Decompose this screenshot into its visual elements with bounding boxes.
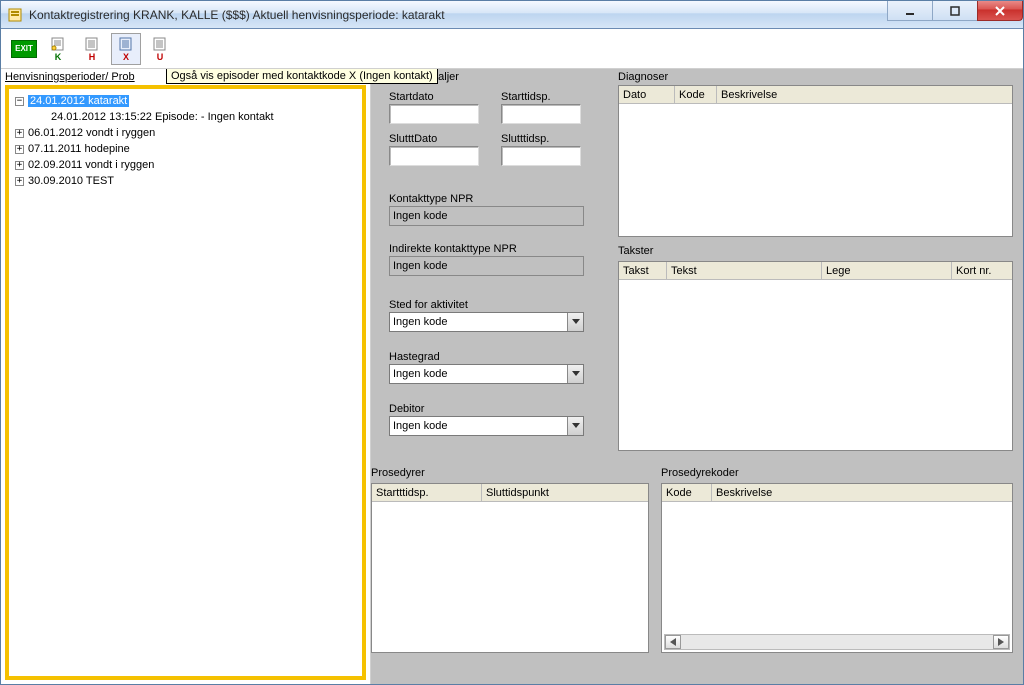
tree-node-0-child[interactable]: 24.01.2012 13:15:22 Episode: - Ingen kon… bbox=[11, 109, 360, 125]
slutttidsp-label: Slutttidsp. bbox=[501, 133, 581, 145]
content-area: Henvisningsperioder/ Prob Også vis episo… bbox=[1, 69, 1023, 684]
expand-icon[interactable]: + bbox=[15, 129, 24, 138]
col-tekst[interactable]: Tekst bbox=[667, 262, 822, 279]
list-icon bbox=[83, 36, 101, 52]
diagnoser-list[interactable]: Dato Kode Beskrivelse bbox=[618, 85, 1013, 237]
tree-node-0-label[interactable]: 24.01.2012 katarakt bbox=[28, 95, 129, 107]
hastegrad-combo[interactable] bbox=[389, 364, 584, 384]
sluttdato-label: SlutttDato bbox=[389, 133, 479, 145]
tree-node-4[interactable]: + 30.09.2010 TEST bbox=[11, 173, 360, 189]
collapse-icon[interactable]: − bbox=[15, 97, 24, 106]
maximize-button[interactable] bbox=[932, 1, 978, 21]
sted-label: Sted for aktivitet bbox=[389, 299, 584, 311]
left-panel: Henvisningsperioder/ Prob Også vis episo… bbox=[1, 69, 371, 684]
close-button[interactable] bbox=[977, 1, 1023, 21]
toolbar-h-button[interactable]: H bbox=[77, 33, 107, 65]
hastegrad-value[interactable] bbox=[390, 365, 567, 383]
col-kortnr[interactable]: Kort nr. bbox=[952, 262, 1012, 279]
prosedyrer-list[interactable]: Startttidsp. Sluttidspunkt bbox=[371, 483, 649, 653]
diagnoser-title: Diagnoser bbox=[618, 71, 668, 83]
debitor-label: Debitor bbox=[389, 403, 584, 415]
startdato-label: Startdato bbox=[389, 91, 479, 103]
kontakttype-label: Kontakttype NPR bbox=[389, 193, 584, 205]
indirekte-label: Indirekte kontakttype NPR bbox=[389, 243, 584, 255]
chevron-down-icon[interactable] bbox=[567, 365, 583, 383]
right-panel: etaljer Startdato Starttidsp. SlutttDato… bbox=[371, 69, 1023, 684]
col-starttidsp[interactable]: Startttidsp. bbox=[372, 484, 482, 501]
list-u-icon bbox=[151, 36, 169, 52]
kontakttype-input[interactable] bbox=[389, 206, 584, 226]
debitor-value[interactable] bbox=[390, 417, 567, 435]
tree-node-2[interactable]: + 07.11.2011 hodepine bbox=[11, 141, 360, 157]
starttidsp-label: Starttidsp. bbox=[501, 91, 581, 103]
minimize-button[interactable] bbox=[887, 1, 933, 21]
prosedyrer-title: Prosedyrer bbox=[371, 467, 425, 479]
sluttdato-input[interactable] bbox=[389, 146, 479, 166]
col-kode[interactable]: Kode bbox=[675, 86, 717, 103]
col-beskrivelse[interactable]: Beskrivelse bbox=[717, 86, 1012, 103]
debitor-combo[interactable] bbox=[389, 416, 584, 436]
titlebar: Kontaktregistrering KRANK, KALLE ($$$) A… bbox=[1, 1, 1023, 29]
expand-icon[interactable]: + bbox=[15, 161, 24, 170]
sted-combo[interactable] bbox=[389, 312, 584, 332]
chevron-down-icon[interactable] bbox=[567, 417, 583, 435]
left-tab-label[interactable]: Henvisningsperioder/ Prob bbox=[5, 71, 135, 83]
tree-node-1[interactable]: + 06.01.2012 vondt i ryggen bbox=[11, 125, 360, 141]
tree-node-4-label: 30.09.2010 TEST bbox=[28, 175, 114, 187]
takster-title: Takster bbox=[618, 245, 653, 257]
tree-node-1-label: 06.01.2012 vondt i ryggen bbox=[28, 127, 155, 139]
exit-button[interactable]: EXIT bbox=[9, 33, 39, 65]
startdato-input[interactable] bbox=[389, 104, 479, 124]
tree-node-2-label: 07.11.2011 hodepine bbox=[28, 143, 130, 155]
list-x-icon bbox=[117, 36, 135, 52]
chevron-down-icon[interactable] bbox=[567, 313, 583, 331]
starttidsp-input[interactable] bbox=[501, 104, 581, 124]
expand-icon[interactable]: + bbox=[15, 177, 24, 186]
col-lege[interactable]: Lege bbox=[822, 262, 952, 279]
tree-frame: − 24.01.2012 katarakt 24.01.2012 13:15:2… bbox=[5, 85, 366, 680]
col-dato[interactable]: Dato bbox=[619, 86, 675, 103]
tooltip: Også vis episoder med kontaktkode X (Ing… bbox=[166, 69, 438, 84]
tree-node-0[interactable]: − 24.01.2012 katarakt bbox=[11, 93, 360, 109]
expand-icon[interactable]: + bbox=[15, 145, 24, 154]
tree-node-3-label: 02.09.2011 vondt i ryggen bbox=[28, 159, 154, 171]
col-takst[interactable]: Takst bbox=[619, 262, 667, 279]
scroll-left-icon[interactable] bbox=[665, 635, 681, 649]
tree-node-0-child-label: 24.01.2012 13:15:22 Episode: - Ingen kon… bbox=[51, 111, 274, 123]
toolbar: EXIT K H X U bbox=[1, 29, 1023, 69]
sted-value[interactable] bbox=[390, 313, 567, 331]
slutttidsp-input[interactable] bbox=[501, 146, 581, 166]
horizontal-scrollbar[interactable] bbox=[664, 634, 1010, 650]
tree-node-3[interactable]: + 02.09.2011 vondt i ryggen bbox=[11, 157, 360, 173]
scroll-right-icon[interactable] bbox=[993, 635, 1009, 649]
indirekte-input[interactable] bbox=[389, 256, 584, 276]
col-kode2[interactable]: Kode bbox=[662, 484, 712, 501]
app-window: Kontaktregistrering KRANK, KALLE ($$$) A… bbox=[0, 0, 1024, 685]
prosedyrekoder-title: Prosedyrekoder bbox=[661, 467, 739, 479]
hastegrad-label: Hastegrad bbox=[389, 351, 584, 363]
tree[interactable]: − 24.01.2012 katarakt 24.01.2012 13:15:2… bbox=[9, 89, 362, 193]
col-beskrivelse2[interactable]: Beskrivelse bbox=[712, 484, 1012, 501]
prosedyrekoder-list[interactable]: Kode Beskrivelse bbox=[661, 483, 1013, 653]
toolbar-x-button[interactable]: X bbox=[111, 33, 141, 65]
col-sluttidspunkt[interactable]: Sluttidspunkt bbox=[482, 484, 648, 501]
toolbar-k-button[interactable]: K bbox=[43, 33, 73, 65]
takster-list[interactable]: Takst Tekst Lege Kort nr. bbox=[618, 261, 1013, 451]
window-title: Kontaktregistrering KRANK, KALLE ($$$) A… bbox=[29, 8, 445, 22]
document-icon bbox=[49, 36, 67, 52]
toolbar-u-button[interactable]: U bbox=[145, 33, 175, 65]
app-icon bbox=[7, 7, 23, 23]
